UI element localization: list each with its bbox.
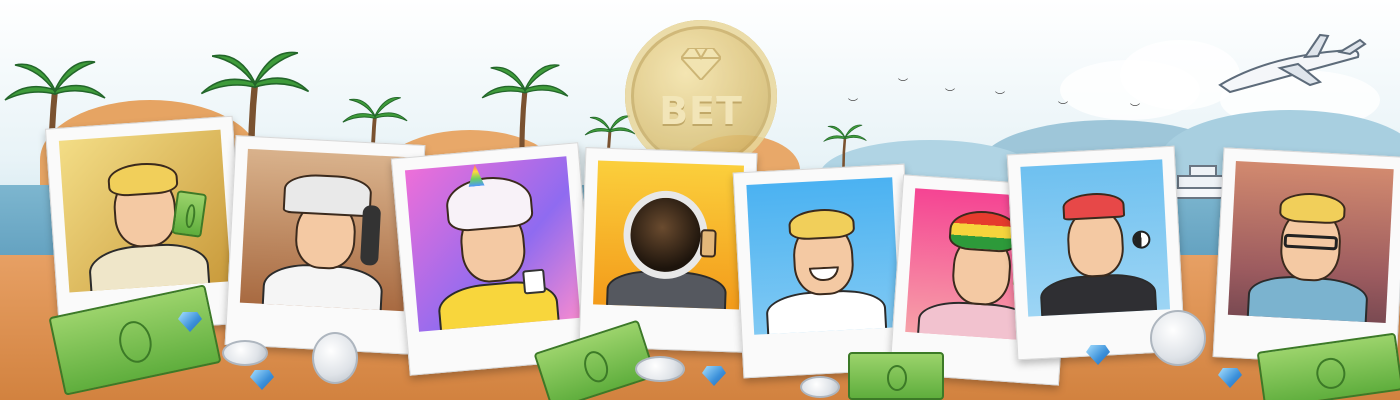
- cash-bill: [171, 190, 208, 238]
- mug-icon: [522, 268, 547, 295]
- portrait-card: [1212, 147, 1400, 367]
- yin-yang-icon: [1131, 230, 1151, 250]
- silver-coin: [635, 356, 685, 382]
- character-body: [1246, 273, 1369, 324]
- portrait-photo: [1020, 159, 1171, 317]
- coin-brand-text: BET: [659, 89, 743, 133]
- character-body: [1039, 271, 1158, 317]
- portrait-card: [732, 163, 916, 379]
- portrait-card: [390, 142, 598, 376]
- character-body: [260, 261, 384, 312]
- jet-plane-icon: [1218, 33, 1367, 94]
- astronaut-helmet-icon: [622, 189, 710, 281]
- red-cap: [1061, 191, 1126, 221]
- character-hair: [106, 160, 179, 198]
- diamond-icon: [681, 48, 721, 80]
- promo-banner: BET ︶ ︶ ︶ ︶ ︶ ︶: [0, 0, 1400, 400]
- glasses-icon: [1283, 233, 1339, 251]
- unicorn-hood: [444, 173, 535, 233]
- bird-icon: ︶: [945, 89, 955, 100]
- portrait-card: [578, 147, 758, 353]
- silver-coin: [312, 332, 358, 384]
- phone-icon: [699, 229, 717, 258]
- character-hair: [787, 207, 856, 241]
- bird-icon: ︶: [898, 79, 908, 90]
- bird-icon: ︶: [1058, 102, 1068, 113]
- bird-icon: ︶: [995, 92, 1005, 103]
- bird-icon: ︶: [1130, 104, 1140, 115]
- silver-coin: [1150, 310, 1206, 366]
- phone-icon: [360, 204, 382, 266]
- silver-coin: [222, 340, 268, 366]
- portrait-photo: [746, 177, 901, 335]
- character-body: [87, 240, 212, 293]
- portrait-photo: [58, 129, 232, 293]
- portrait-photo: [1227, 160, 1394, 324]
- portrait-photo: [239, 148, 412, 312]
- portrait-photo: [593, 160, 744, 310]
- cash-bill: [848, 352, 944, 400]
- bird-icon: ︶: [848, 99, 858, 110]
- silver-coin: [800, 376, 840, 398]
- character-hair: [1278, 191, 1347, 225]
- newspaper-hat: [282, 172, 373, 218]
- portrait-photo: [404, 156, 581, 332]
